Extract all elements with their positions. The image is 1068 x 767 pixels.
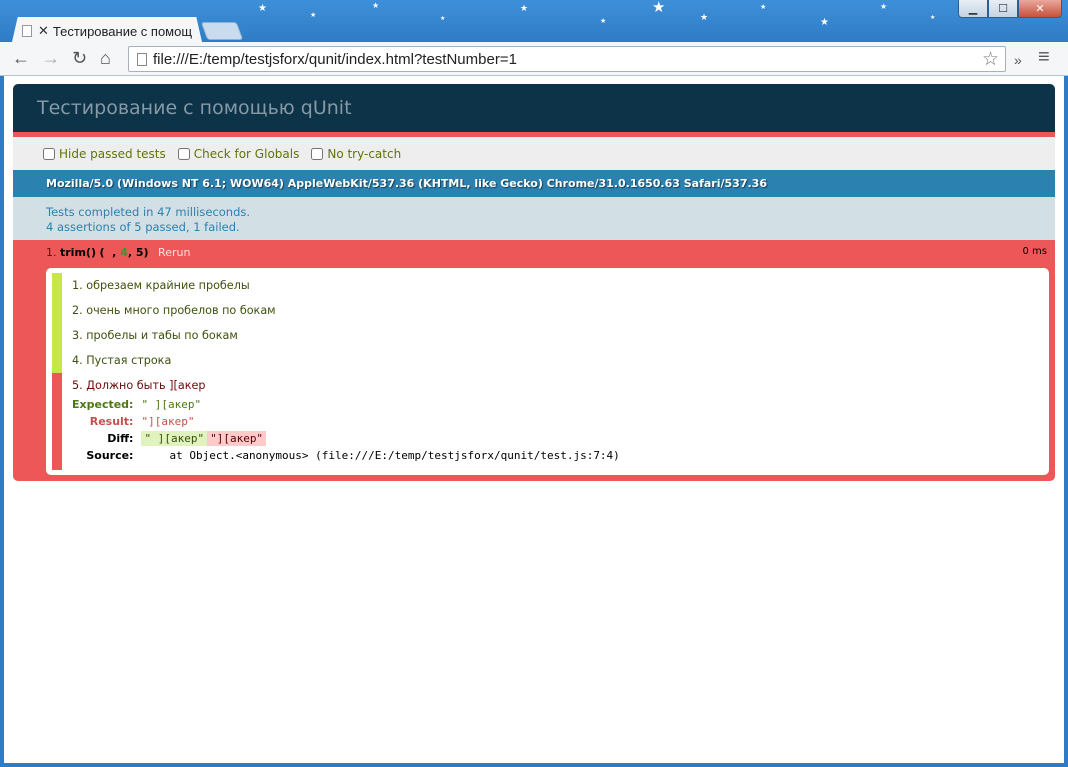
star-decoration: ★	[930, 14, 936, 21]
star-decoration: ★	[652, 0, 666, 16]
star-decoration: ★	[700, 13, 709, 23]
maximize-icon: ☐	[998, 3, 1008, 15]
star-decoration: ★	[310, 11, 317, 19]
list-item: 3. пробелы и табы по бокам	[52, 323, 1049, 348]
close-window-button[interactable]: ✕	[1018, 0, 1062, 18]
test-counts: (1, 4, 5)	[99, 246, 149, 259]
list-item: 1. обрезаем крайние пробелы	[52, 273, 1049, 298]
diff-value: " ][акер" "][акер"	[141, 430, 619, 447]
star-decoration: ★	[820, 17, 829, 28]
diff-inserted: "][акер"	[207, 431, 267, 446]
assertion-details-table: Expected: " ][акер" Result: "][акер" Dif…	[72, 396, 620, 464]
maximize-button[interactable]: ☐	[988, 0, 1018, 18]
test-number: 1.	[46, 246, 57, 259]
check-globals-option[interactable]: Check for Globals	[177, 146, 300, 161]
window-titlebar: ★ ★ ★ ★ ★ ★ ★ ★ ★ ★ ★ ★ ✕ Тестирование с…	[0, 0, 1068, 42]
minimize-icon: ▁	[968, 3, 978, 15]
expected-label: Expected:	[72, 398, 134, 411]
expected-value: " ][акер"	[141, 398, 202, 411]
test-runtime: 0 ms	[1022, 246, 1048, 257]
browser-tab[interactable]: ✕ Тестирование с помощ	[12, 17, 202, 42]
result-label: Result:	[89, 415, 134, 428]
star-decoration: ★	[440, 15, 446, 22]
failed-count: 1	[104, 246, 113, 259]
back-button-icon[interactable]: ←	[12, 48, 30, 68]
star-decoration: ★	[880, 2, 888, 11]
star-decoration: ★	[600, 17, 607, 25]
browser-toolbar: ← → ↻ ⌂ ☆ » ≡	[0, 42, 1068, 76]
star-decoration: ★	[760, 3, 767, 11]
list-item: 4. Пустая строка	[52, 348, 1049, 373]
diff-deleted: " ][акер"	[141, 431, 208, 446]
source-value: at Object.<anonymous> (file:///E:/temp/t…	[169, 449, 620, 462]
result-value: "][акер"	[141, 415, 195, 428]
test-summary: Tests completed in 47 milliseconds. 4 as…	[13, 197, 1055, 240]
summary-time: Tests completed in 47 milliseconds.	[46, 205, 251, 219]
table-row: Source: at Object.<anonymous> (file:///E…	[72, 447, 620, 464]
bookmark-star-icon[interactable]: ☆	[982, 48, 999, 70]
summary-counts: 4 assertions of 5 passed, 1 failed.	[46, 220, 240, 234]
menu-icon[interactable]: ≡	[1038, 47, 1050, 67]
diff-label: Diff:	[107, 432, 134, 445]
failed-message: 5. Должно быть ][акер	[72, 379, 206, 392]
url-input[interactable]	[153, 49, 973, 69]
passed-count: 4	[120, 246, 128, 259]
close-icon: ✕	[1035, 3, 1045, 15]
rerun-link[interactable]: Rerun	[158, 246, 190, 259]
forward-button-icon[interactable]: →	[42, 48, 60, 68]
star-decoration: ★	[372, 1, 380, 10]
table-row: Diff: " ][акер" "][акер"	[72, 430, 620, 447]
table-row: Expected: " ][акер"	[72, 396, 620, 413]
test-name: trim()	[60, 246, 96, 259]
test-item[interactable]: 1. trim() (1, 4, 5) Rerun 0 ms 1. обреза…	[13, 240, 1055, 481]
address-bar[interactable]: ☆	[128, 46, 1006, 72]
star-decoration: ★	[258, 3, 267, 14]
hide-passed-option[interactable]: Hide passed tests	[43, 147, 166, 161]
close-tab-icon[interactable]: ✕	[38, 23, 49, 39]
star-decoration: ★	[520, 4, 529, 14]
window-controls: ▁ ☐ ✕	[958, 0, 1062, 18]
check-globals-label: Check for Globals	[193, 146, 300, 161]
home-button-icon[interactable]: ⌂	[100, 48, 111, 68]
no-try-catch-checkbox[interactable]	[311, 147, 324, 160]
extensions-overflow-icon[interactable]: »	[1014, 50, 1022, 70]
no-try-catch-label: No try-catch	[327, 146, 402, 161]
list-item: 2. очень много пробелов по бокам	[52, 298, 1049, 323]
page-viewport: Тестирование с помощью qUnit Hide passed…	[0, 76, 1068, 767]
qunit-container: Тестирование с помощью qUnit Hide passed…	[13, 84, 1055, 481]
qunit-toolbar: Hide passed tests Check for Globals No t…	[13, 137, 1055, 170]
no-try-catch-option[interactable]: No try-catch	[311, 147, 401, 161]
failed-assertion: 5. Должно быть ][акер Expected: " ][акер…	[52, 373, 1049, 470]
new-tab-button[interactable]	[200, 22, 244, 40]
hide-passed-checkbox[interactable]	[43, 147, 55, 160]
source-label: Source:	[86, 449, 134, 462]
page-title: Тестирование с помощью qUnit	[13, 84, 1055, 132]
minimize-button[interactable]: ▁	[958, 0, 988, 18]
check-globals-checkbox[interactable]	[177, 147, 190, 160]
user-agent: Mozilla/5.0 (Windows NT 6.1; WOW64) Appl…	[13, 170, 1055, 197]
test-heading: 1. trim() (1, 4, 5) Rerun	[46, 246, 1049, 262]
assertion-list: 1. обрезаем крайние пробелы 2. очень мно…	[46, 268, 1049, 475]
reload-button-icon[interactable]: ↻	[72, 48, 87, 68]
document-icon	[22, 25, 32, 37]
page-icon	[137, 53, 147, 66]
table-row: Result: "][акер"	[72, 413, 620, 430]
hide-passed-label: Hide passed tests	[59, 146, 166, 161]
total-count: 5	[135, 246, 144, 259]
tab-title: Тестирование с помощ	[52, 23, 193, 39]
